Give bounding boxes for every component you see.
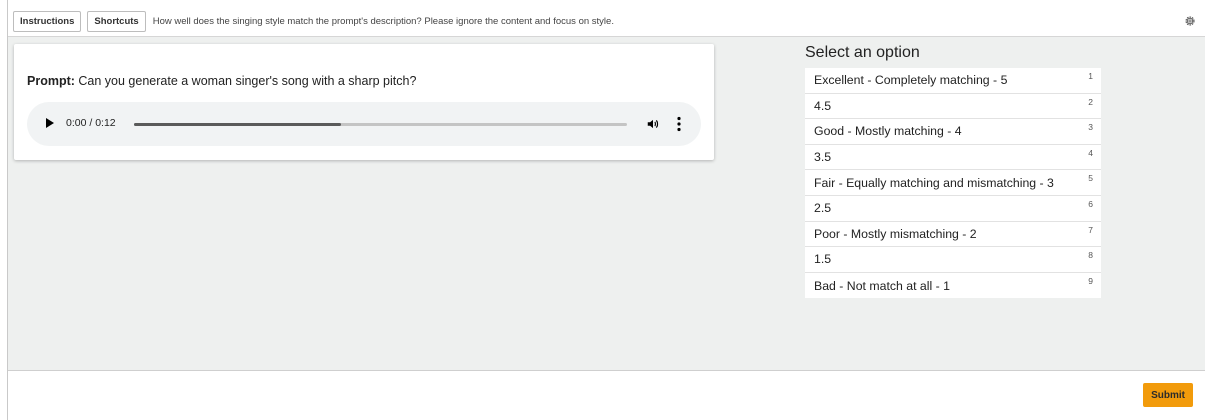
option-label: Poor - Mostly mismatching - 2 [814,226,977,241]
option-shortcut: 1 [1088,71,1093,81]
option-shortcut: 2 [1088,96,1093,107]
option-label: 3.5 [814,150,832,165]
select-title: Select an option [805,44,920,61]
option-label: 1.5 [814,252,832,267]
option-shortcut: 6 [1088,198,1093,209]
option-item[interactable]: 1.5 8 [805,247,1101,273]
option-item[interactable]: 2.5 6 [805,196,1101,222]
option-list: Excellent - Completely matching - 5 1 4.5… [805,68,1101,299]
option-item[interactable]: Good - Mostly matching - 4 3 [805,119,1101,145]
option-label: Bad - Not match at all - 1 [814,278,951,293]
option-label: Excellent - Completely matching - 5 [814,73,1008,88]
audio-player: 0:00 / 0:12 [27,102,701,146]
seek-slider[interactable] [134,123,627,126]
option-label: 4.5 [814,98,832,113]
option-shortcut: 5 [1088,173,1093,184]
playback-time: 0:00 / 0:12 [66,117,116,129]
prompt-text: Prompt: Can you generate a woman singer'… [27,74,416,88]
work-area: Prompt: Can you generate a woman singer'… [8,37,1205,371]
option-item[interactable]: Excellent - Completely matching - 5 1 [805,68,1101,94]
volume-icon[interactable] [646,117,660,131]
option-item[interactable]: Poor - Mostly mismatching - 2 7 [805,222,1101,248]
prompt-card: Prompt: Can you generate a woman singer'… [14,44,714,160]
gear-icon[interactable] [1184,15,1196,27]
task-question: How well does the singing style match th… [152,16,614,27]
option-item[interactable]: Bad - Not match at all - 1 9 [805,273,1101,299]
seek-progress [134,123,342,126]
annotation-frame: Instructions Shortcuts How well does the… [7,0,1205,420]
option-label: Fair - Equally matching and mismatching … [814,175,1054,190]
option-item[interactable]: Fair - Equally matching and mismatching … [805,170,1101,196]
option-label: 2.5 [814,201,832,216]
instructions-button[interactable]: Instructions [13,11,82,32]
option-shortcut: 8 [1088,250,1093,261]
option-shortcut: 4 [1088,147,1093,158]
option-item[interactable]: 4.5 2 [805,94,1101,120]
option-shortcut: 3 [1088,122,1093,133]
option-shortcut: 9 [1088,275,1093,286]
prompt-label: Prompt: [27,74,75,88]
option-label: Good - Mostly matching - 4 [814,124,962,139]
shortcuts-button[interactable]: Shortcuts [87,11,146,32]
submit-button[interactable]: Submit [1143,383,1193,407]
option-item[interactable]: 3.5 4 [805,145,1101,171]
prompt-body: Can you generate a woman singer's song w… [78,74,417,88]
play-icon[interactable] [46,118,54,128]
top-toolbar: Instructions Shortcuts How well does the… [8,7,1205,37]
option-shortcut: 7 [1088,224,1093,235]
more-vert-icon[interactable] [677,116,681,132]
